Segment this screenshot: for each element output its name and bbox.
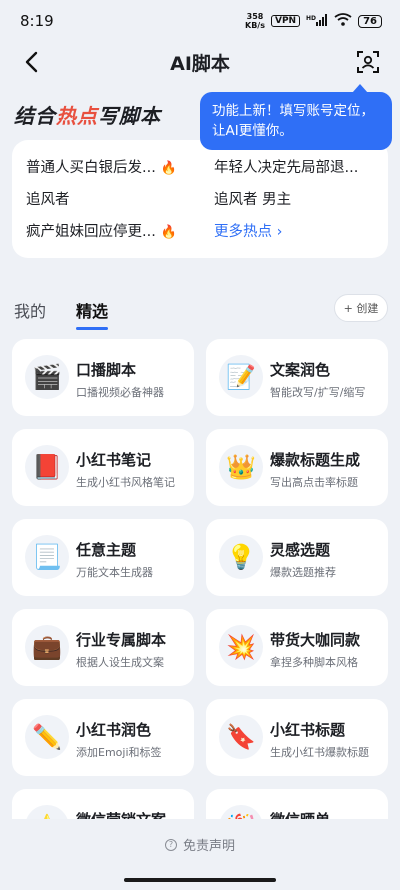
vpn-icon: VPN <box>270 15 301 27</box>
disclaimer-link[interactable]: ? 免责声明 <box>0 835 400 854</box>
hot-topics-right-column: 年轻人决定先局部退... 追风者 男主 更多热点 › <box>214 154 386 250</box>
card-subtitle: 根据人设生成文案 <box>76 656 164 669</box>
template-card[interactable]: 🎬 口播脚本口播视频必备神器 <box>12 339 194 416</box>
card-title: 微信营销文案 <box>76 809 166 819</box>
svg-text:HD: HD <box>306 15 316 22</box>
card-title: 小红书润色 <box>76 721 152 739</box>
pencil-icon: ✏️ <box>25 715 69 759</box>
script-tabs: 我的 精选 <box>14 298 109 330</box>
template-card[interactable]: ⭐ 微信营销文案 <box>12 789 194 819</box>
signal-icon: HD <box>306 13 328 29</box>
template-card[interactable]: 💼 行业专属脚本根据人设生成文案 <box>12 609 194 686</box>
tab-featured[interactable]: 精选 <box>76 298 109 330</box>
burst-icon: 💥 <box>219 625 263 669</box>
hot-topics-card: 普通人买白银后发... 🔥 追风者 疯产姐妹回应停更... 🔥 年轻人决定先局部… <box>12 140 388 258</box>
card-title: 灵感选题 <box>270 541 331 559</box>
tab-mine[interactable]: 我的 <box>14 298 46 322</box>
wifi-icon <box>334 13 352 29</box>
hot-topics-header: 结合热点写脚本 <box>14 104 161 128</box>
clapperboard-icon: 🎬 <box>25 355 69 399</box>
hot-topics-left-column: 普通人买白银后发... 🔥 追风者 疯产姐妹回应停更... 🔥 <box>26 154 198 250</box>
hot-topic-item[interactable]: 追风者 男主 <box>214 186 386 218</box>
template-card[interactable]: 💥 带货大咖同款拿捏多种脚本风格 <box>206 609 388 686</box>
create-button[interactable]: + 创建 <box>334 294 388 322</box>
card-title: 行业专属脚本 <box>76 631 167 649</box>
footer: ? 免责声明 <box>0 819 400 890</box>
star-icon: ⭐ <box>25 805 69 819</box>
chevron-left-icon <box>25 51 38 73</box>
template-card[interactable]: 📃 任意主题万能文本生成器 <box>12 519 194 596</box>
info-icon: ? <box>164 838 177 851</box>
card-title: 任意主题 <box>76 541 137 559</box>
card-subtitle: 爆款选题推荐 <box>270 566 336 579</box>
card-title: 小红书标题 <box>270 721 346 739</box>
card-subtitle: 生成小红书风格笔记 <box>76 476 175 489</box>
card-subtitle: 万能文本生成器 <box>76 566 153 579</box>
card-subtitle: 拿捏多种脚本风格 <box>270 656 358 669</box>
card-title: 微信晒单 <box>270 809 330 819</box>
card-subtitle: 生成小红书爆款标题 <box>270 746 369 759</box>
template-card[interactable]: 💡 灵感选题爆款选题推荐 <box>206 519 388 596</box>
template-card[interactable]: 👑 爆款标题生成写出高点击率标题 <box>206 429 388 506</box>
status-bar: 8:19 358 KB/s VPN HD 76 <box>0 0 400 42</box>
lightbulb-icon: 💡 <box>219 535 263 579</box>
card-subtitle: 添加Emoji和标签 <box>76 746 162 759</box>
card-title: 爆款标题生成 <box>270 451 361 469</box>
tag-icon: 🔖 <box>219 715 263 759</box>
hot-topic-item[interactable]: 普通人买白银后发... 🔥 <box>26 154 198 186</box>
status-icons: 358 KB/s VPN HD 76 <box>245 12 382 30</box>
page-icon: 📃 <box>25 535 69 579</box>
hot-topic-item[interactable]: 年轻人决定先局部退... <box>214 154 386 186</box>
card-title: 小红书笔记 <box>76 451 152 469</box>
back-button[interactable] <box>18 48 46 76</box>
red-book-icon: 📕 <box>25 445 69 489</box>
memo-icon: 📝 <box>219 355 263 399</box>
profile-scan-icon <box>357 51 379 73</box>
profile-scan-button[interactable] <box>354 48 382 76</box>
template-card[interactable]: 🎉 微信晒单 <box>206 789 388 819</box>
card-subtitle: 写出高点击率标题 <box>270 476 358 489</box>
crown-icon: 👑 <box>219 445 263 489</box>
card-subtitle: 智能改写/扩写/缩写 <box>270 386 366 399</box>
template-card[interactable]: 🔖 小红书标题生成小红书爆款标题 <box>206 699 388 776</box>
card-title: 文案润色 <box>270 361 331 379</box>
battery-icon: 76 <box>358 14 382 28</box>
page-title: AI脚本 <box>170 52 230 75</box>
template-card[interactable]: 📕 小红书笔记生成小红书风格笔记 <box>12 429 194 506</box>
nav-bar: AI脚本 <box>0 42 400 82</box>
hot-topic-item[interactable]: 追风者 <box>26 186 198 218</box>
template-card[interactable]: 📝 文案润色智能改写/扩写/缩写 <box>206 339 388 416</box>
fire-icon: 🔥 <box>160 225 177 240</box>
briefcase-icon: 💼 <box>25 625 69 669</box>
feature-tooltip[interactable]: 功能上新！填写账号定位， 让AI更懂你。 <box>200 84 392 150</box>
network-speed: 358 KB/s <box>245 12 265 30</box>
template-grid: 🎬 口播脚本口播视频必备神器 📝 文案润色智能改写/扩写/缩写 📕 小红书笔记生成小红书风… <box>12 339 388 819</box>
hot-topic-item[interactable]: 疯产姐妹回应停更... 🔥 <box>26 218 198 250</box>
card-subtitle: 口播视频必备神器 <box>76 386 164 399</box>
more-hot-topics-link[interactable]: 更多热点 › <box>214 218 386 250</box>
home-indicator[interactable] <box>124 878 276 882</box>
card-title: 带货大咖同款 <box>270 631 361 649</box>
status-time: 8:19 <box>20 12 54 30</box>
card-title: 口播脚本 <box>76 361 137 379</box>
template-card[interactable]: ✏️ 小红书润色添加Emoji和标签 <box>12 699 194 776</box>
party-icon: 🎉 <box>219 805 263 819</box>
fire-icon: 🔥 <box>160 161 177 176</box>
